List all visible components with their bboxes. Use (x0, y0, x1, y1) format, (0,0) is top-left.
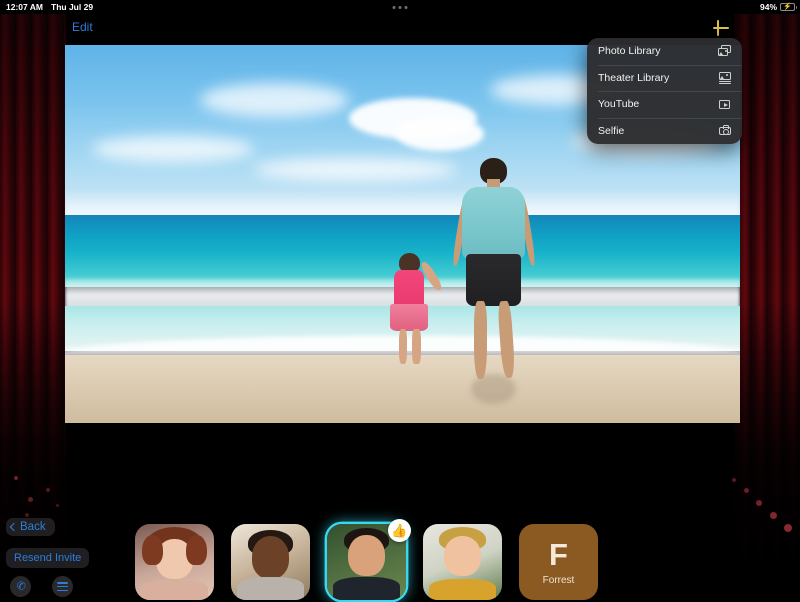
hamburger-menu-icon (57, 582, 68, 592)
participant-tile[interactable] (135, 524, 214, 600)
photo-subject-adult (451, 158, 537, 405)
menu-item-label: YouTube (598, 98, 640, 111)
menu-item-label: Selfie (598, 124, 625, 137)
participant-tile[interactable] (423, 524, 502, 600)
participant-tile-active[interactable]: 👍 (327, 519, 411, 600)
battery-icon: ⚡ (780, 3, 797, 11)
status-date: Thu Jul 29 (51, 2, 94, 12)
resend-invite-button[interactable]: Resend Invite (6, 548, 90, 568)
plus-icon (713, 27, 729, 29)
reaction-badge: 👍 (388, 519, 411, 542)
curtain-left (0, 14, 66, 602)
theater-library-icon (718, 71, 731, 85)
bokeh-dot (14, 476, 18, 480)
play-button-icon (718, 98, 731, 110)
participant-filmstrip: 👍 F Forrest (135, 519, 598, 600)
menu-item-selfie[interactable]: Selfie (587, 117, 742, 145)
menu-item-theater-library[interactable]: Theater Library (587, 64, 742, 92)
chevron-left-icon (9, 522, 19, 532)
thumbs-up-icon: 👍 (391, 523, 408, 538)
back-button[interactable]: Back (6, 518, 55, 536)
charging-bolt-icon: ⚡ (783, 3, 792, 11)
photo-subject-child (386, 252, 445, 378)
camera-icon (718, 125, 731, 137)
battery-percent-label: 94% (759, 2, 777, 12)
media-source-menu: Photo Library Theater Library YouTube Se… (587, 38, 742, 144)
edit-button[interactable]: Edit (72, 20, 93, 34)
avatar-initial-letter: F (549, 536, 568, 572)
menu-item-youtube[interactable]: YouTube (587, 91, 742, 118)
menu-item-label: Theater Library (598, 71, 670, 84)
bokeh-dot (784, 524, 792, 532)
participant-tile-initial[interactable]: F Forrest (519, 524, 598, 600)
status-bar: 12:07 AM Thu Jul 29 94% ⚡ (0, 0, 800, 14)
menu-button[interactable] (52, 576, 73, 597)
three-dots-icon (392, 5, 408, 9)
photo-library-icon (718, 45, 731, 57)
back-button-label: Back (20, 521, 46, 533)
phone-button[interactable]: ✆ (10, 576, 31, 597)
curtain-right (734, 14, 800, 602)
avatar-initial: F Forrest (519, 524, 598, 600)
bokeh-dot (56, 504, 59, 507)
participant-tile[interactable] (231, 524, 310, 600)
bokeh-dot (28, 497, 33, 502)
bokeh-dot (732, 478, 736, 482)
add-media-button[interactable] (710, 17, 732, 39)
bokeh-dot (25, 513, 29, 517)
status-time: 12:07 AM (6, 2, 44, 12)
bokeh-dot (770, 512, 777, 519)
menu-item-label: Photo Library (598, 45, 661, 58)
menu-item-photo-library[interactable]: Photo Library (587, 38, 742, 65)
bokeh-dot (756, 500, 762, 506)
phone-icon: ✆ (15, 579, 26, 593)
participant-name: Forrest (542, 574, 575, 586)
app-screen: 12:07 AM Thu Jul 29 94% ⚡ Edit Photo Lib… (0, 0, 800, 602)
bokeh-dot (744, 488, 749, 493)
bokeh-dot (46, 488, 50, 492)
